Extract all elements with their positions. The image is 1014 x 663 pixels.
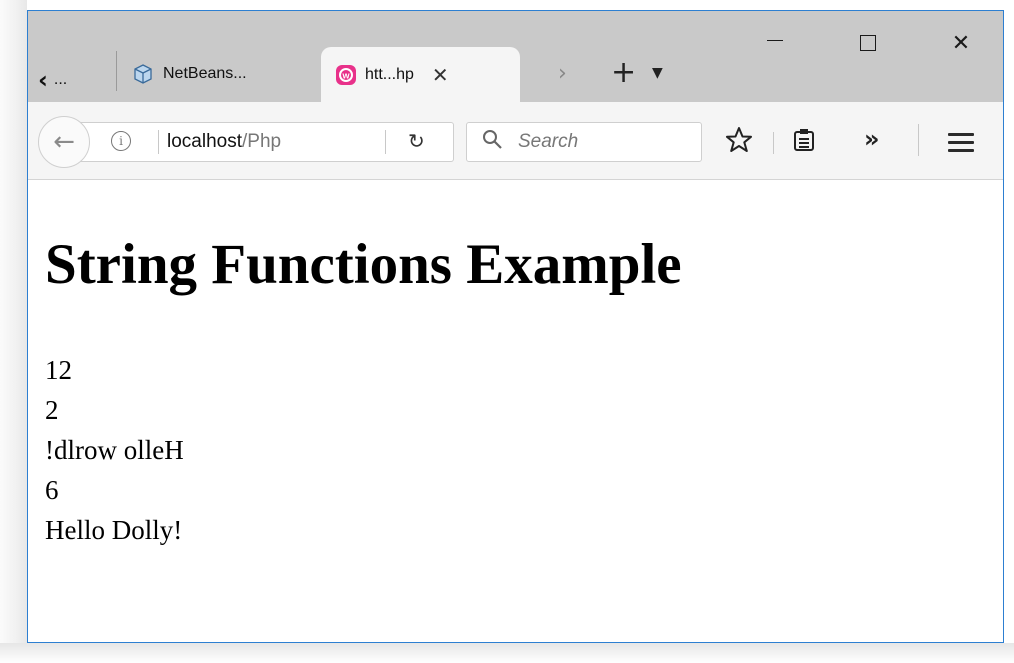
window-shadow-left (0, 0, 27, 663)
minimize-button[interactable] (755, 23, 795, 63)
tab-scroll-right-icon[interactable]: › (558, 61, 567, 86)
maximize-icon (860, 35, 876, 51)
arrow-left-icon: ← (53, 127, 75, 157)
window-shadow-bottom (0, 643, 1014, 663)
tab-label: htt...hp (365, 65, 414, 83)
search-input[interactable]: Search (518, 131, 578, 153)
info-icon[interactable]: i (111, 131, 131, 151)
browser-window: ‹ ... NetBeans... w htt...hp ✕ › + ▼ ✕ ←… (27, 10, 1004, 643)
output-line: 12 (45, 355, 72, 385)
tab-strip: ‹ ... NetBeans... w htt...hp ✕ › + ▼ ✕ (28, 11, 1003, 102)
wamp-icon: w (336, 64, 356, 85)
overflow-menu-icon[interactable]: » (864, 125, 880, 153)
tab-list-dropdown-icon[interactable]: ▼ (652, 65, 663, 81)
navigation-toolbar: ← i localhost/Php ↻ Search » (28, 102, 1003, 180)
close-icon: ✕ (951, 30, 971, 56)
chevron-left-icon: ‹ (38, 66, 48, 94)
new-tab-button[interactable]: + (611, 55, 636, 90)
netbeans-cube-icon (134, 64, 152, 84)
page-title: String Functions Example (45, 233, 682, 296)
reload-icon[interactable]: ↻ (408, 129, 425, 153)
tab-divider (116, 51, 117, 91)
tab-scroll-left[interactable]: ‹ ... (38, 61, 67, 99)
search-icon (483, 130, 502, 149)
hamburger-menu-icon[interactable] (948, 133, 974, 157)
maximize-button[interactable] (848, 23, 888, 63)
reading-list-icon[interactable] (791, 127, 817, 153)
output-line: 6 (45, 475, 59, 505)
close-window-button[interactable]: ✕ (941, 23, 981, 63)
tab-netbeans[interactable]: NetBeans... (133, 47, 313, 101)
output-line: !dlrow olleH (45, 435, 184, 465)
minimize-icon (767, 39, 783, 41)
star-icon[interactable] (725, 126, 753, 154)
back-button[interactable]: ← (38, 116, 90, 168)
svg-text:w: w (341, 70, 350, 80)
url-host: localhost (167, 131, 242, 152)
tab-active-php[interactable]: w htt...hp ✕ (321, 47, 520, 102)
output-list: 12 2 !dlrow olleH 6 Hello Dolly! (45, 350, 184, 550)
url-divider (385, 130, 386, 154)
url-divider (158, 130, 159, 154)
url-text[interactable]: localhost/Php (167, 131, 281, 153)
tab-label: NetBeans... (163, 65, 247, 82)
tab-overflow-label: ... (53, 71, 68, 88)
toolbar-divider (918, 124, 919, 156)
toolbar-divider (773, 132, 774, 154)
output-line: Hello Dolly! (45, 515, 183, 545)
close-tab-icon[interactable]: ✕ (432, 63, 449, 87)
page-content: String Functions Example 12 2 !dlrow oll… (28, 180, 1003, 642)
url-path: /Php (242, 131, 282, 152)
output-line: 2 (45, 395, 59, 425)
